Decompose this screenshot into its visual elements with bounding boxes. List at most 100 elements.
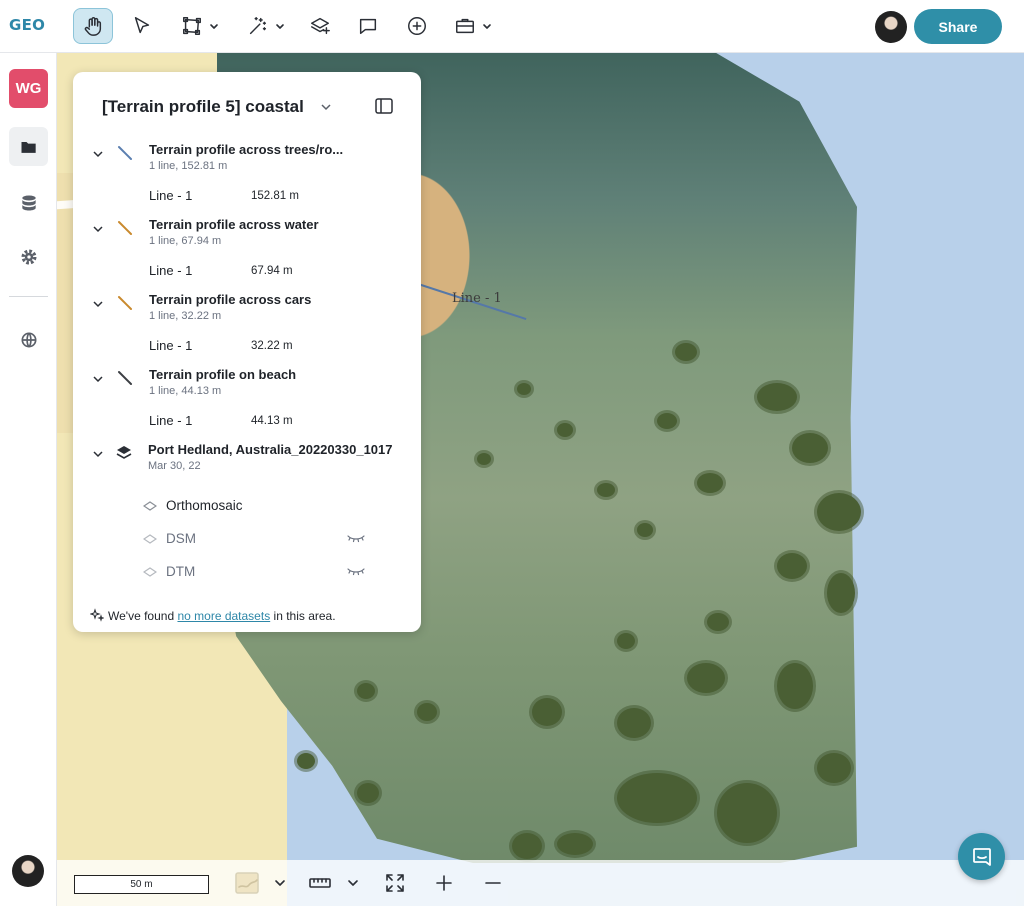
dataset-layer-dsm[interactable]: DSM: [73, 529, 421, 551]
line-label[interactable]: Line - 1: [149, 263, 192, 278]
chevron-down-icon: [210, 24, 218, 29]
chevron-down-icon: [483, 24, 491, 29]
basemap-selector[interactable]: [235, 872, 287, 894]
line-length: 44.13 m: [251, 415, 293, 427]
layers-panel: [Terrain profile 5] coastal Terrain prof…: [73, 72, 421, 632]
diamond-icon: [143, 567, 157, 577]
line-icon: [118, 146, 132, 160]
measure-selector[interactable]: [308, 872, 360, 894]
chevron-down-icon[interactable]: [92, 223, 104, 235]
layer-meta: 1 line, 67.94 m: [149, 235, 222, 247]
top-toolbar: GEO Share: [0, 0, 1024, 53]
fullscreen-button[interactable]: [384, 872, 406, 894]
scale-bar: 50 m: [74, 875, 209, 894]
layer-meta: 1 line, 32.22 m: [149, 310, 222, 322]
dataset-layer-label: DSM: [166, 531, 196, 546]
add-point-tool-button[interactable]: [399, 8, 435, 44]
found-suffix: in this area.: [273, 609, 336, 623]
dataset-date: Mar 30, 22: [148, 460, 201, 472]
chevron-down-icon[interactable]: [319, 100, 333, 114]
database-icon: [21, 195, 36, 210]
minus-icon: [485, 882, 501, 884]
user-avatar-sidebar[interactable]: [12, 855, 44, 887]
line-label[interactable]: Line - 1: [149, 413, 192, 428]
line-label[interactable]: Line - 1: [149, 188, 192, 203]
line-length: 32.22 m: [251, 340, 293, 352]
briefcase-icon: [456, 18, 474, 34]
chevron-down-icon: [348, 880, 358, 886]
datasets-found-note: We've found no more datasets in this are…: [89, 608, 336, 623]
layer-name: Terrain profile across trees/ro...: [149, 142, 344, 157]
logo-text: GEO: [9, 16, 46, 34]
dataset-layer-dtm[interactable]: DTM: [73, 562, 421, 584]
zoom-in-button[interactable]: [433, 872, 455, 894]
layer-meta: 1 line, 152.81 m: [149, 160, 228, 172]
magic-wand-tool-button[interactable]: [240, 8, 292, 44]
polygon-tool-button[interactable]: [172, 8, 228, 44]
user-avatar[interactable]: [875, 11, 907, 43]
polygon-icon: [183, 17, 201, 35]
map-controls-bar: 50 m: [57, 860, 1024, 906]
chat-icon: [972, 847, 991, 866]
hand-icon: [84, 17, 102, 36]
layer-name: Terrain profile on beach: [149, 367, 297, 382]
add-layer-icon: [311, 17, 330, 35]
comment-tool-button[interactable]: [350, 8, 386, 44]
layer-meta: 1 line, 44.13 m: [149, 385, 222, 397]
chevron-down-icon[interactable]: [92, 298, 104, 310]
add-layer-tool-button[interactable]: [302, 8, 338, 44]
app-root: Line - 1 GEO Share WG [Terrain profile 5…: [0, 0, 1024, 906]
add-circle-icon: [408, 17, 426, 35]
eye-closed-icon[interactable]: [347, 533, 365, 543]
layer-name: Terrain profile across cars: [149, 292, 312, 307]
magic-wand-icon: [249, 17, 267, 35]
ruler-icon: [309, 878, 331, 888]
dataset-name: Port Hedland, Australia_20220330_1017: [148, 442, 393, 457]
map-line-label: Line - 1: [452, 291, 502, 306]
map-thumbnail-icon: [235, 872, 259, 894]
cursor-icon: [134, 17, 150, 34]
sidebar-divider: [9, 296, 48, 297]
chevron-down-icon[interactable]: [92, 448, 104, 460]
sparkle-icon: [89, 608, 105, 622]
eye-closed-icon[interactable]: [347, 566, 365, 576]
gear-icon: [21, 249, 36, 264]
line-label[interactable]: Line - 1: [149, 338, 192, 353]
app-logo[interactable]: GEO: [9, 16, 45, 34]
line-icon: [118, 221, 132, 235]
no-more-datasets-link[interactable]: no more datasets: [177, 609, 270, 623]
line-icon: [118, 296, 132, 310]
select-tool-button[interactable]: [124, 8, 160, 44]
panel-title[interactable]: [Terrain profile 5] coastal: [102, 97, 304, 117]
found-prefix: We've found: [108, 609, 175, 623]
line-icon: [118, 371, 132, 385]
sidebar-item-settings[interactable]: [9, 237, 48, 276]
chevron-down-icon[interactable]: [92, 373, 104, 385]
chevron-down-icon[interactable]: [92, 148, 104, 160]
layers-icon: [116, 446, 132, 459]
chat-support-button[interactable]: [958, 833, 1005, 880]
sidebar-toggle-icon[interactable]: [375, 98, 393, 114]
dataset-layer-orthomosaic[interactable]: Orthomosaic: [73, 496, 421, 518]
zoom-out-button[interactable]: [482, 872, 504, 894]
diamond-icon: [143, 501, 157, 511]
diamond-icon: [143, 534, 157, 544]
sidebar-item-data[interactable]: [9, 183, 48, 222]
left-sidebar: WG: [0, 53, 57, 906]
line-length: 67.94 m: [251, 265, 293, 277]
toolbox-tool-button[interactable]: [448, 8, 498, 44]
pan-tool-button[interactable]: [73, 8, 113, 44]
dataset-layer-label: Orthomosaic: [166, 498, 243, 513]
expand-icon: [386, 874, 404, 892]
dataset-layer-label: DTM: [166, 564, 196, 579]
sidebar-item-projects[interactable]: [9, 127, 48, 166]
folder-icon: [21, 141, 36, 153]
globe-icon: [21, 332, 36, 347]
sidebar-item-globe[interactable]: [9, 320, 48, 359]
line-length: 152.81 m: [251, 190, 299, 202]
chevron-down-icon: [275, 880, 285, 886]
plus-icon: [436, 875, 452, 891]
chevron-down-icon: [276, 24, 284, 29]
workspace-badge[interactable]: WG: [9, 69, 48, 108]
share-button[interactable]: Share: [914, 9, 1002, 44]
